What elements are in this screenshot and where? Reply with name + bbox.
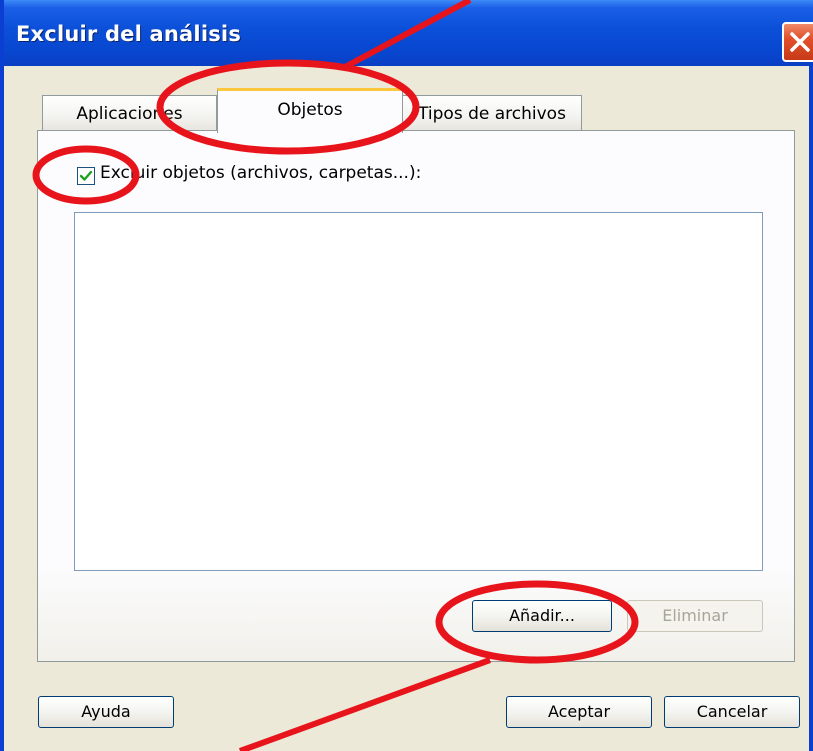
remove-button[interactable]: Eliminar: [627, 600, 763, 632]
help-button[interactable]: Ayuda: [38, 696, 174, 728]
exclude-objects-checkbox[interactable]: [77, 167, 95, 185]
checkmark-icon: [79, 170, 93, 181]
close-button[interactable]: [782, 22, 813, 62]
title-bar[interactable]: Excluir del análisis: [4, 0, 813, 66]
ok-button[interactable]: Aceptar: [506, 696, 652, 728]
exclude-objects-label[interactable]: Excluir objetos (archivos, carpetas...):: [100, 163, 421, 183]
add-button[interactable]: Añadir...: [472, 600, 612, 632]
cancel-button[interactable]: Cancelar: [664, 696, 800, 728]
tab-objetos[interactable]: Objetos: [217, 88, 403, 133]
close-icon: [790, 32, 810, 52]
tab-tipos-de-archivos[interactable]: Tipos de archivos: [402, 95, 582, 131]
excluded-objects-list[interactable]: [74, 212, 763, 571]
window-title: Excluir del análisis: [16, 22, 242, 46]
tab-aplicaciones[interactable]: Aplicaciones: [42, 95, 217, 131]
